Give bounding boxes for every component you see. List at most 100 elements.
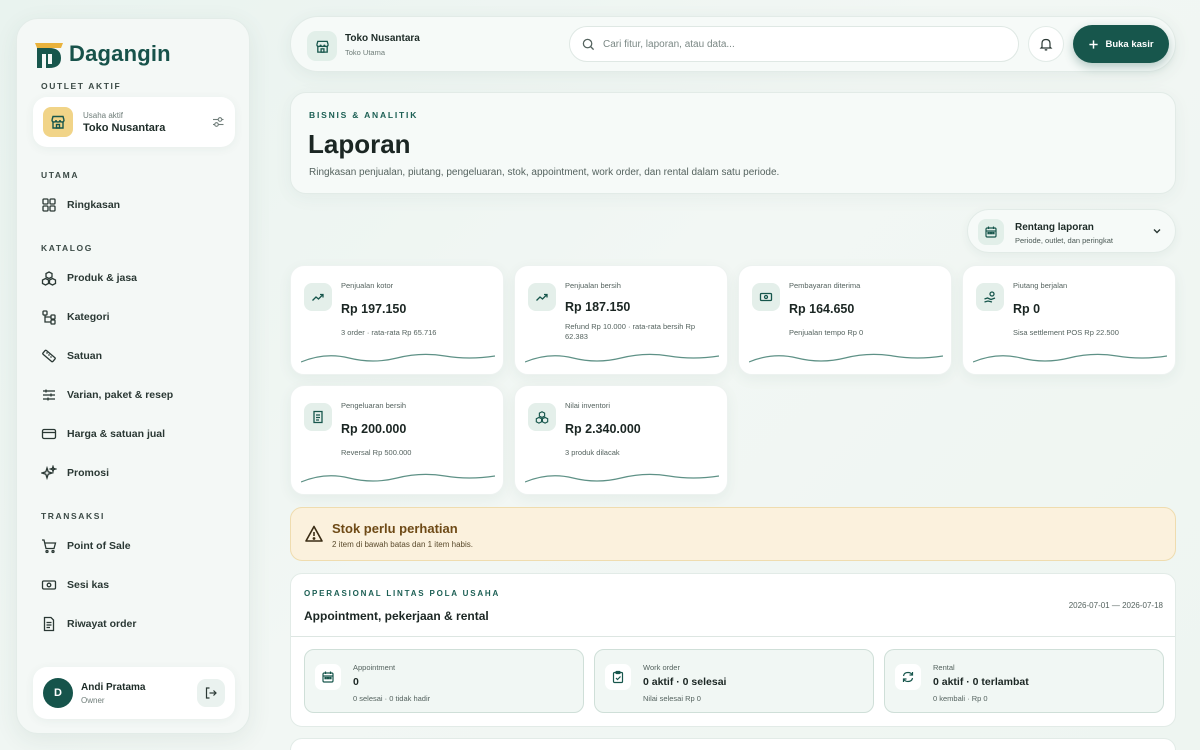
stock-alert[interactable]: Stok perlu perhatian 2 item di bawah bat… bbox=[290, 507, 1176, 561]
user-card: D Andi Pratama Owner bbox=[33, 667, 235, 719]
sidebar-item-produk[interactable]: Produk & jasa bbox=[41, 266, 137, 290]
trend-up-icon bbox=[528, 283, 556, 311]
alert-title: Stok perlu perhatian bbox=[332, 521, 458, 536]
calendar-icon bbox=[978, 219, 1004, 245]
sidebar-item-harga[interactable]: Harga & satuan jual bbox=[41, 422, 165, 446]
ops-card-note: 0 selesai · 0 tidak hadir bbox=[353, 694, 431, 703]
alert-description: 2 item di bawah batas dan 1 item habis. bbox=[332, 540, 473, 549]
sidebar-item-riwayat[interactable]: Riwayat order bbox=[41, 612, 136, 636]
report-range-subtitle: Periode, outlet, dan peringkat bbox=[1015, 236, 1113, 245]
search-bar[interactable] bbox=[569, 26, 1019, 62]
kpi-card-net-sales[interactable]: Penjualan bersih Rp 187.150 Refund Rp 10… bbox=[514, 265, 728, 375]
sparkline-wave bbox=[749, 353, 943, 363]
search-input[interactable] bbox=[603, 38, 1003, 50]
boxes-icon bbox=[528, 403, 556, 431]
logout-icon bbox=[205, 687, 217, 699]
outlet-small-label: Usaha aktif bbox=[83, 110, 124, 120]
store-icon bbox=[43, 107, 73, 137]
sidebar-item-varian[interactable]: Varian, paket & resep bbox=[41, 383, 173, 407]
kpi-label: Pembayaran diterima bbox=[789, 281, 861, 290]
kpi-card-payments[interactable]: Pembayaran diterima Rp 164.650 Penjualan… bbox=[738, 265, 952, 375]
bell-icon bbox=[1039, 38, 1053, 51]
kpi-value: Rp 200.000 bbox=[341, 422, 407, 436]
kpi-card-inventory[interactable]: Nilai inventori Rp 2.340.000 3 produk di… bbox=[514, 385, 728, 495]
kpi-note: 3 order · rata-rata Rp 65.716 bbox=[341, 328, 437, 337]
ops-card-rental[interactable]: Rental 0 aktif · 0 terlambat 0 kembali ·… bbox=[884, 649, 1164, 713]
sparkline-wave bbox=[525, 353, 719, 363]
kpi-value: Rp 197.150 bbox=[341, 302, 407, 316]
brand[interactable]: Dagangin bbox=[33, 37, 171, 71]
sidebar-item-satuan[interactable]: Satuan bbox=[41, 344, 102, 368]
sliders-horizontal-icon bbox=[43, 389, 55, 401]
kpi-card-expenses[interactable]: Pengeluaran bersih Rp 200.000 Reversal R… bbox=[290, 385, 504, 495]
document-icon bbox=[43, 616, 55, 632]
sidebar-item-label: Sesi kas bbox=[67, 579, 110, 591]
sidebar-item-sesi-kas[interactable]: Sesi kas bbox=[41, 573, 109, 597]
kpi-label: Piutang berjalan bbox=[1013, 281, 1068, 290]
report-range-button[interactable]: Rentang laporan Periode, outlet, dan per… bbox=[967, 209, 1176, 253]
ops-card-note: 0 kembali · Rp 0 bbox=[933, 694, 988, 703]
page-eyebrow: BISNIS & ANALITIK bbox=[309, 110, 419, 120]
brand-logo-icon bbox=[35, 43, 63, 68]
section-label-transaksi: TRANSAKSI bbox=[41, 511, 105, 521]
outlet-switcher[interactable]: Usaha aktif Toko Nusantara bbox=[33, 97, 235, 147]
kpi-label: Penjualan kotor bbox=[341, 281, 394, 290]
ops-card-note: Nilai selesai Rp 0 bbox=[643, 694, 701, 703]
next-section-card bbox=[290, 738, 1176, 750]
kpi-note: Refund Rp 10.000 · rata-rata bersih Rp 6… bbox=[565, 322, 696, 341]
sidebar-item-kategori[interactable]: Kategori bbox=[41, 305, 110, 329]
sparkline-wave bbox=[525, 473, 719, 483]
report-range-title: Rentang laporan bbox=[1015, 222, 1094, 233]
sidebar-item-pos[interactable]: Point of Sale bbox=[41, 534, 131, 558]
kpi-label: Penjualan bersih bbox=[565, 281, 621, 290]
avatar[interactable]: D bbox=[43, 678, 73, 708]
kpi-value: Rp 0 bbox=[1013, 302, 1041, 316]
trend-up-icon bbox=[304, 283, 332, 311]
store-name[interactable]: Toko Nusantara bbox=[345, 33, 420, 44]
hand-coin-icon bbox=[976, 283, 1004, 311]
ops-card-label: Rental bbox=[933, 663, 955, 672]
sliders-icon[interactable] bbox=[211, 115, 225, 129]
ops-card-label: Work order bbox=[643, 663, 680, 672]
section-label-outlet: OUTLET AKTIF bbox=[41, 81, 122, 91]
cart-icon bbox=[42, 539, 57, 554]
sparkline-wave bbox=[973, 353, 1167, 363]
credit-card-icon bbox=[41, 428, 57, 440]
page-description: Ringkasan penjualan, piutang, pengeluara… bbox=[309, 167, 780, 178]
sparkline-wave bbox=[301, 473, 495, 483]
store-subtitle: Toko Utama bbox=[345, 48, 386, 57]
open-cashier-label: Buka kasir bbox=[1105, 38, 1154, 50]
notification-button[interactable] bbox=[1028, 26, 1064, 62]
calendar-icon bbox=[315, 664, 341, 690]
ops-date-range: 2026-07-01 — 2026-07-18 bbox=[1068, 601, 1163, 610]
ops-card-value: 0 bbox=[353, 676, 359, 688]
sidebar-item-label: Promosi bbox=[67, 467, 110, 479]
sidebar-item-label: Satuan bbox=[67, 350, 103, 362]
kpi-value: Rp 164.650 bbox=[789, 302, 855, 316]
kpi-card-gross-sales[interactable]: Penjualan kotor Rp 197.150 3 order · rat… bbox=[290, 265, 504, 375]
logout-button[interactable] bbox=[197, 679, 225, 707]
section-label-katalog: KATALOG bbox=[41, 243, 93, 253]
kpi-note: 3 produk dilacak bbox=[565, 448, 620, 457]
sidebar-item-ringkasan[interactable]: Ringkasan bbox=[41, 193, 120, 217]
sidebar-item-promosi[interactable]: Promosi bbox=[41, 461, 109, 485]
sidebar-item-label: Produk & jasa bbox=[67, 272, 138, 284]
ops-card-work-order[interactable]: Work order 0 aktif · 0 selesai Nilai sel… bbox=[594, 649, 874, 713]
sidebar-item-label: Kategori bbox=[67, 311, 110, 323]
sparkline-wave bbox=[301, 353, 495, 363]
sidebar-item-label: Ringkasan bbox=[67, 199, 121, 211]
page-header: BISNIS & ANALITIK Laporan Ringkasan penj… bbox=[290, 92, 1176, 194]
top-bar: Toko Nusantara Toko Utama Buka kasir bbox=[290, 16, 1176, 72]
ops-card-appointment[interactable]: Appointment 0 0 selesai · 0 tidak hadir bbox=[304, 649, 584, 713]
clipboard-check-icon bbox=[605, 664, 631, 690]
ops-card-value: 0 aktif · 0 terlambat bbox=[933, 676, 1029, 688]
boxes-icon bbox=[41, 271, 57, 286]
kpi-card-receivables[interactable]: Piutang berjalan Rp 0 Sisa settlement PO… bbox=[962, 265, 1176, 375]
page-title: Laporan bbox=[308, 129, 411, 159]
plus-icon bbox=[1089, 39, 1099, 49]
section-label-utama: UTAMA bbox=[41, 170, 80, 180]
open-cashier-button[interactable]: Buka kasir bbox=[1073, 25, 1169, 63]
kpi-note: Sisa settlement POS Rp 22.500 bbox=[1013, 328, 1119, 337]
operations-section: OPERASIONAL LINTAS POLA USAHA Appointmen… bbox=[290, 573, 1176, 727]
cash-icon bbox=[41, 580, 57, 590]
